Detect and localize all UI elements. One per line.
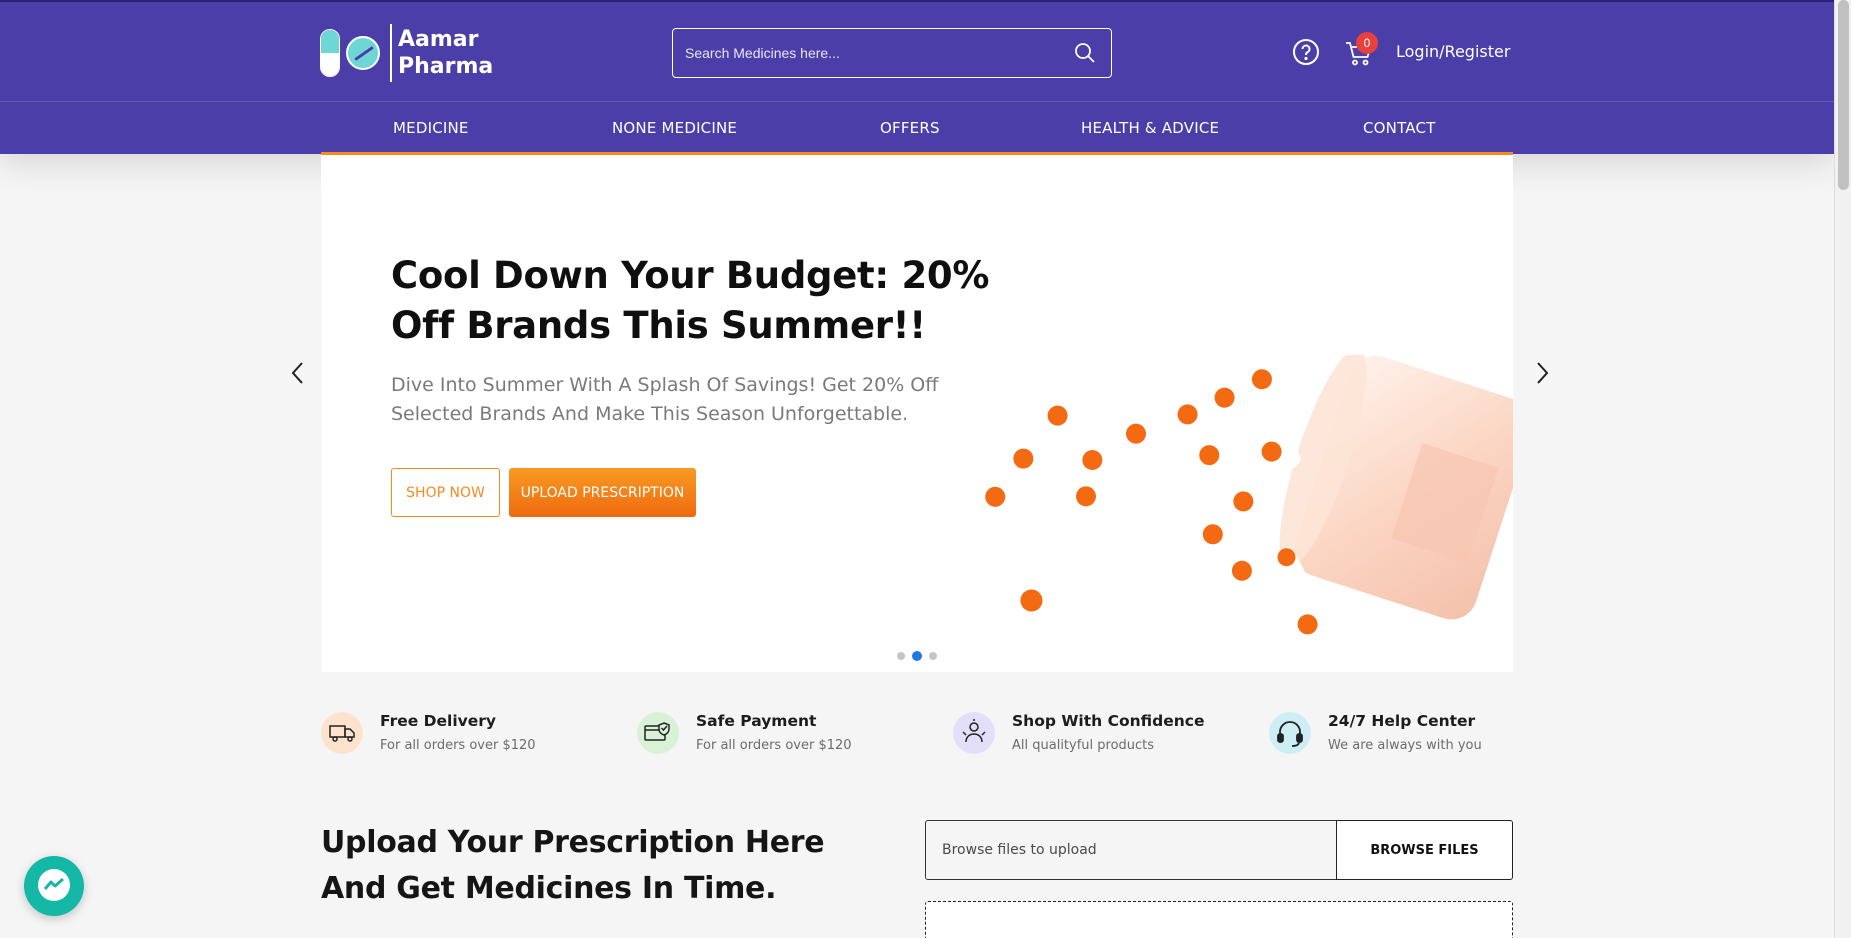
logo-divider: [390, 24, 392, 82]
site-header: Aamar Pharma 0 Login/Register MEDICINE N…: [0, 0, 1834, 154]
messenger-chat-button[interactable]: [24, 856, 84, 916]
slider-prev-arrow-icon[interactable]: [286, 358, 310, 388]
file-dropzone[interactable]: [925, 901, 1513, 938]
round-pill-icon: [346, 36, 380, 70]
feature-text: For all orders over $120: [380, 738, 536, 753]
nav-item-contact[interactable]: CONTACT: [1363, 119, 1436, 137]
upload-prescription-button[interactable]: UPLOAD PRESCRIPTION: [509, 468, 696, 517]
slider-dot-1[interactable]: [897, 652, 905, 660]
nav-item-none-medicine[interactable]: NONE MEDICINE: [612, 119, 737, 137]
nav-item-offers[interactable]: OFFERS: [880, 119, 940, 137]
slider-dot-2[interactable]: [912, 651, 922, 661]
shield-check-icon: [953, 712, 995, 754]
feature-text: We are always with you: [1328, 738, 1482, 753]
spilled-capsules-image: [985, 355, 1513, 635]
shop-now-button[interactable]: SHOP NOW: [391, 468, 500, 517]
headset-icon: [1269, 712, 1311, 754]
main-nav: MEDICINE NONE MEDICINE OFFERS HEALTH & A…: [0, 103, 1834, 154]
capsule-pill-logo-icon: [320, 29, 380, 77]
secure-card-icon: [637, 712, 679, 754]
feature-text: All qualityful products: [1012, 738, 1155, 753]
brand-name-line1: Aamar: [398, 27, 479, 52]
feature-text: For all orders over $120: [696, 738, 852, 753]
hero-title: Cool Down Your Budget: 20% Off Brands Th…: [391, 254, 990, 347]
nav-item-health-advice[interactable]: HEALTH & ADVICE: [1081, 119, 1219, 137]
search-box: [672, 28, 1112, 78]
capsule-group: [985, 360, 1325, 635]
search-input[interactable]: [685, 29, 1055, 77]
page-scrollbar[interactable]: [1834, 0, 1851, 938]
capsule-icon: [320, 29, 340, 77]
feature-title: 24/7 Help Center: [1328, 712, 1476, 730]
slider-dots: [897, 651, 937, 661]
question-circle-icon[interactable]: [1292, 38, 1320, 66]
upload-heading: Upload Your Prescription Here And Get Me…: [321, 825, 825, 906]
search-icon[interactable]: [1073, 41, 1097, 65]
cart-count-badge: 0: [1356, 32, 1378, 54]
login-register-link[interactable]: Login/Register: [1396, 42, 1510, 61]
hero-subtitle: Dive Into Summer With A Splash Of Saving…: [391, 374, 939, 425]
feature-title: Shop With Confidence: [1012, 712, 1205, 730]
feature-title: Safe Payment: [696, 712, 817, 730]
header-top-bar: Aamar Pharma 0 Login/Register: [0, 2, 1834, 102]
brand-name: Aamar Pharma: [398, 26, 493, 80]
nav-item-medicine[interactable]: MEDICINE: [393, 119, 469, 137]
scrollbar-thumb[interactable]: [1838, 0, 1849, 190]
slider-next-arrow-icon[interactable]: [1530, 358, 1554, 388]
messenger-icon: [38, 869, 70, 901]
browse-files-button[interactable]: BROWSE FILES: [1336, 820, 1513, 880]
delivery-truck-icon: [321, 712, 363, 754]
hero-slider: Cool Down Your Budget: 20% Off Brands Th…: [321, 152, 1513, 672]
slider-dot-3[interactable]: [929, 652, 937, 660]
brand-name-line2: Pharma: [398, 54, 494, 79]
feature-title: Free Delivery: [380, 712, 497, 730]
brand-logo[interactable]: Aamar Pharma: [320, 22, 493, 84]
file-upload-input[interactable]: [925, 820, 1337, 880]
